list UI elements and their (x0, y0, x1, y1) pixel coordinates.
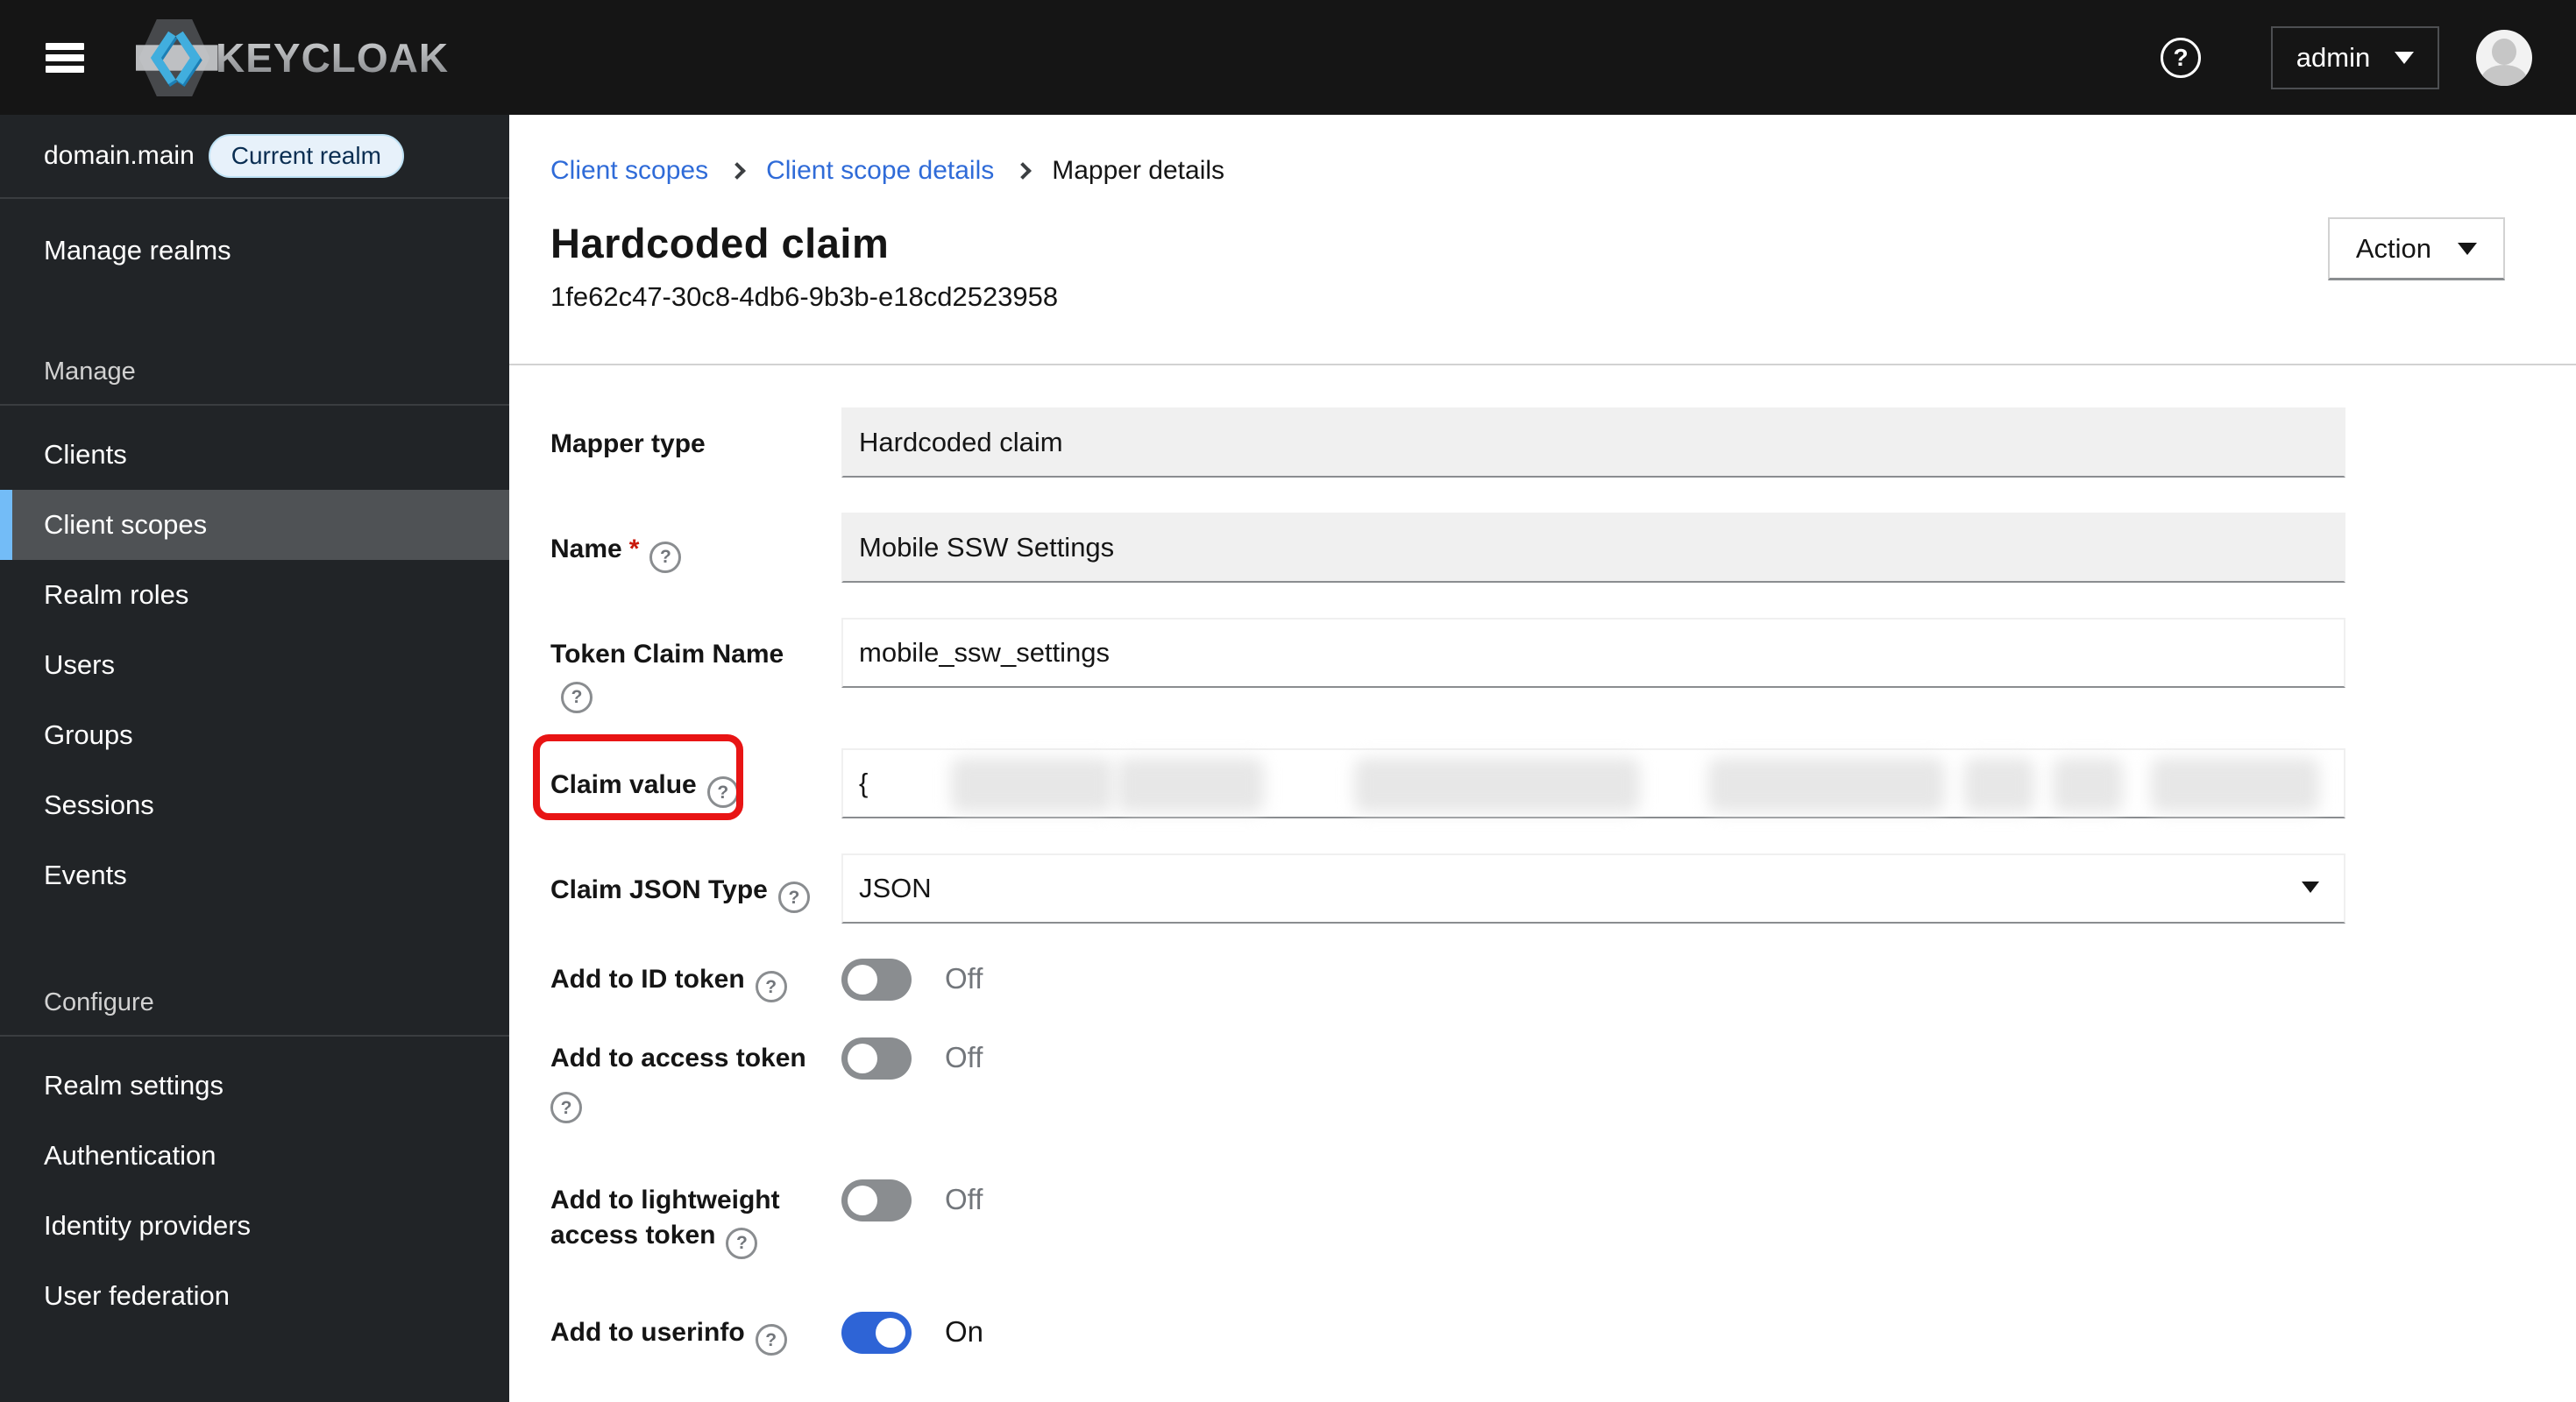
form-row-claim-json-type: Claim JSON Type? JSON (550, 853, 2505, 924)
realm-name: domain.main (44, 141, 195, 170)
chevron-down-icon (2395, 51, 2415, 64)
chevron-down-icon (2458, 242, 2477, 255)
chevron-right-icon (728, 162, 746, 180)
required-asterisk: * (628, 535, 640, 563)
sidebar-item-client-scopes[interactable]: Client scopes (0, 490, 509, 560)
hamburger-menu-icon[interactable] (46, 42, 84, 73)
sidebar-item-user-federation[interactable]: User federation (0, 1261, 509, 1331)
form-row-mapper-type: Mapper type Hardcoded claim (550, 407, 2505, 478)
breadcrumb-client-scope-details[interactable]: Client scope details (766, 156, 994, 186)
sidebar-section-manage: Manage (44, 358, 136, 386)
name-label: Name *? (550, 513, 813, 583)
main-content: Client scopes Client scope details Mappe… (509, 115, 2576, 1402)
user-name: admin (2296, 41, 2371, 73)
claim-json-type-select[interactable]: JSON (841, 853, 2345, 924)
redacted-blob (1354, 757, 1640, 812)
mapper-type-input: Hardcoded claim (841, 407, 2345, 478)
help-question-icon[interactable]: ? (706, 776, 739, 808)
form-row-add-to-lightweight-access-token: Add to lightweight access token? Off (550, 1179, 2505, 1259)
sidebar-item-clients[interactable]: Clients (0, 420, 509, 490)
form-row-add-to-access-token: Add to access token ? Off (550, 1037, 2505, 1123)
form-row-add-to-userinfo: Add to userinfo? On (550, 1311, 2505, 1356)
redacted-blob (951, 757, 1113, 812)
token-claim-name-label: Token Claim Name? (550, 618, 813, 713)
form-row-claim-value: Claim value? { (533, 733, 2505, 820)
mapper-id: 1fe62c47-30c8-4db6-9b3b-e18cd2523958 (550, 281, 1059, 312)
name-input: Mobile SSW Settings (841, 513, 2345, 583)
add-to-userinfo-toggle[interactable] (841, 1311, 912, 1354)
help-question-icon[interactable]: ? (755, 971, 787, 1002)
sidebar: domain.main Current realm Manage realms … (0, 115, 509, 1402)
redacted-blob (2151, 757, 2319, 812)
product-name: KEYCLOAK (216, 34, 450, 81)
sidebar-item-sessions[interactable]: Sessions (0, 770, 509, 840)
form-row-add-to-id-token: Add to ID token? Off (550, 958, 2505, 1002)
add-to-id-token-toggle[interactable] (841, 958, 912, 1001)
help-question-icon[interactable]: ? (755, 1324, 787, 1356)
sidebar-item-realm-settings[interactable]: Realm settings (0, 1051, 509, 1121)
chevron-down-icon (2302, 881, 2319, 893)
add-to-access-token-label: Add to access token ? (550, 1037, 813, 1123)
mapper-form: Mapper type Hardcoded claim Name *? Mobil… (533, 365, 2505, 1402)
sidebar-item-events[interactable]: Events (0, 840, 509, 910)
keycloak-logo: KEYCLOAK (126, 5, 449, 110)
keycloak-hexagon-icon (136, 18, 218, 96)
masthead: KEYCLOAK ? admin (0, 0, 2576, 115)
chevron-right-icon (1014, 162, 1033, 180)
action-dropdown-button[interactable]: Action (2327, 217, 2505, 280)
claim-value-label: Claim value? (533, 733, 813, 820)
claim-value-input[interactable]: { (841, 747, 2345, 818)
help-icon[interactable]: ? (2161, 37, 2201, 78)
action-label: Action (2355, 232, 2431, 264)
form-row-token-claim-name: Token Claim Name? mobile_ssw_settings (550, 618, 2505, 713)
page-title: Hardcoded claim (550, 220, 890, 266)
realm-row: domain.main Current realm (0, 115, 509, 199)
avatar[interactable] (2476, 29, 2532, 86)
sidebar-item-identity-providers[interactable]: Identity providers (0, 1191, 509, 1261)
add-to-id-token-label: Add to ID token? (550, 959, 813, 1002)
add-to-access-token-toggle[interactable] (841, 1037, 912, 1080)
redacted-blob (1708, 757, 1945, 812)
sidebar-section-configure: Configure (44, 988, 154, 1016)
toggle-state-text: On (945, 1314, 984, 1348)
current-realm-badge: Current realm (208, 134, 404, 178)
claim-json-type-label: Claim JSON Type? (550, 853, 813, 924)
help-question-icon[interactable]: ? (550, 1092, 582, 1123)
add-to-lightweight-access-token-label: Add to lightweight access token? (550, 1179, 813, 1259)
claim-value-prefix: { (859, 767, 869, 798)
add-to-userinfo-label: Add to userinfo? (550, 1312, 813, 1356)
toggle-state-text: Off (945, 1041, 983, 1073)
help-question-icon[interactable]: ? (726, 1227, 758, 1259)
redacted-blob (1964, 757, 2034, 812)
user-menu-dropdown[interactable]: admin (2271, 25, 2439, 89)
form-row-name: Name *? Mobile SSW Settings (550, 513, 2505, 583)
breadcrumb-client-scopes[interactable]: Client scopes (550, 156, 708, 186)
token-claim-name-input[interactable]: mobile_ssw_settings (841, 618, 2345, 688)
add-to-lightweight-access-token-toggle[interactable] (841, 1179, 912, 1221)
redacted-blob (2053, 757, 2123, 812)
mapper-type-label: Mapper type (550, 429, 706, 458)
redacted-blob (1117, 757, 1264, 812)
sidebar-item-realm-roles[interactable]: Realm roles (0, 560, 509, 630)
sidebar-item-groups[interactable]: Groups (0, 700, 509, 770)
breadcrumb-mapper-details: Mapper details (1052, 156, 1225, 185)
help-question-icon[interactable]: ? (649, 541, 682, 573)
help-question-icon[interactable]: ? (777, 882, 810, 913)
help-question-icon[interactable]: ? (561, 681, 593, 713)
toggle-state-text: Off (945, 1183, 983, 1215)
sidebar-item-users[interactable]: Users (0, 630, 509, 700)
toggle-state-text: Off (945, 961, 983, 995)
sidebar-item-authentication[interactable]: Authentication (0, 1121, 509, 1191)
breadcrumb: Client scopes Client scope details Mappe… (550, 156, 2576, 186)
sidebar-item-manage-realms[interactable]: Manage realms (0, 222, 509, 280)
